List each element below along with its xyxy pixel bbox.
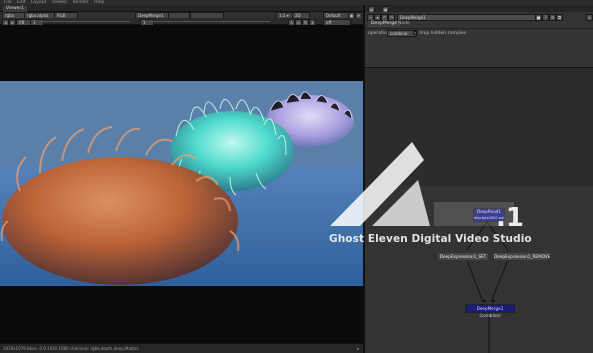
viewer-tab-strip: Viewer1 bbox=[0, 5, 363, 12]
collapse-icon[interactable]: ▾ bbox=[374, 14, 381, 21]
redo-icon[interactable]: ↷ bbox=[388, 14, 395, 21]
node-deepmerge[interactable]: DeepMerge1 (combine) bbox=[465, 304, 515, 318]
gamma-slider[interactable] bbox=[150, 21, 270, 22]
help-icon[interactable]: ? bbox=[542, 14, 549, 21]
undo-icon[interactable]: ↶ bbox=[381, 14, 388, 21]
viewer-info-text: 1919x1079 bbox: 0 0 1920 1080 channels: … bbox=[3, 346, 139, 351]
ghost-eleven-logo: .11 bbox=[330, 142, 526, 232]
pipe-remove-to-merge bbox=[490, 259, 509, 303]
node-deepexpression-set[interactable]: DeepExpression1_SET bbox=[437, 252, 489, 261]
viewer-toolbar-bottom: ◂ ▸ f/8 1 1 ⚠ ▭ ↻ ⏸ off bbox=[0, 18, 363, 26]
merge-input-a-arrow bbox=[483, 300, 486, 303]
expand-arrow-icon[interactable]: ▸ bbox=[357, 346, 361, 351]
close-icon[interactable]: × bbox=[586, 14, 593, 21]
merge-input-b-arrow bbox=[492, 300, 495, 303]
minimize-icon[interactable]: − bbox=[367, 14, 374, 21]
orange-furball bbox=[2, 157, 238, 285]
tab-separator bbox=[365, 28, 593, 29]
drop-hidden-checkbox[interactable] bbox=[413, 31, 417, 35]
revert-icon[interactable]: ⟲ bbox=[549, 14, 556, 21]
properties-tab-strip: ▤ ▦ bbox=[365, 5, 593, 13]
watermark-text: Ghost Eleven Digital Video Studio bbox=[329, 233, 532, 245]
viewer-status-bar: 1919x1079 bbox: 0 0 1920 1080 channels: … bbox=[0, 343, 363, 353]
logo-badge: .11 bbox=[496, 203, 526, 232]
node-name-field[interactable]: DeepMerge1 bbox=[397, 14, 537, 21]
drop-hidden-label: drop hidden samples bbox=[419, 31, 467, 36]
pipe-set-to-merge bbox=[466, 259, 484, 303]
tab-node[interactable]: Node bbox=[395, 21, 413, 27]
properties-body: DeepMerge Node operation combine drop hi… bbox=[365, 21, 593, 68]
gain-slider[interactable] bbox=[40, 21, 130, 22]
color-swatch-icon[interactable]: ■ bbox=[535, 14, 542, 21]
node-deepexpression-remove[interactable]: DeepExpression1_REMOVE bbox=[493, 252, 550, 261]
render-image bbox=[0, 81, 363, 286]
float-icon[interactable]: ⧉ bbox=[556, 14, 563, 21]
fur-render-svg bbox=[0, 81, 363, 286]
properties-toolbar: − ▾ ↶ ↷ DeepMerge1 ■ ? ⟲ ⧉ × bbox=[365, 12, 593, 21]
